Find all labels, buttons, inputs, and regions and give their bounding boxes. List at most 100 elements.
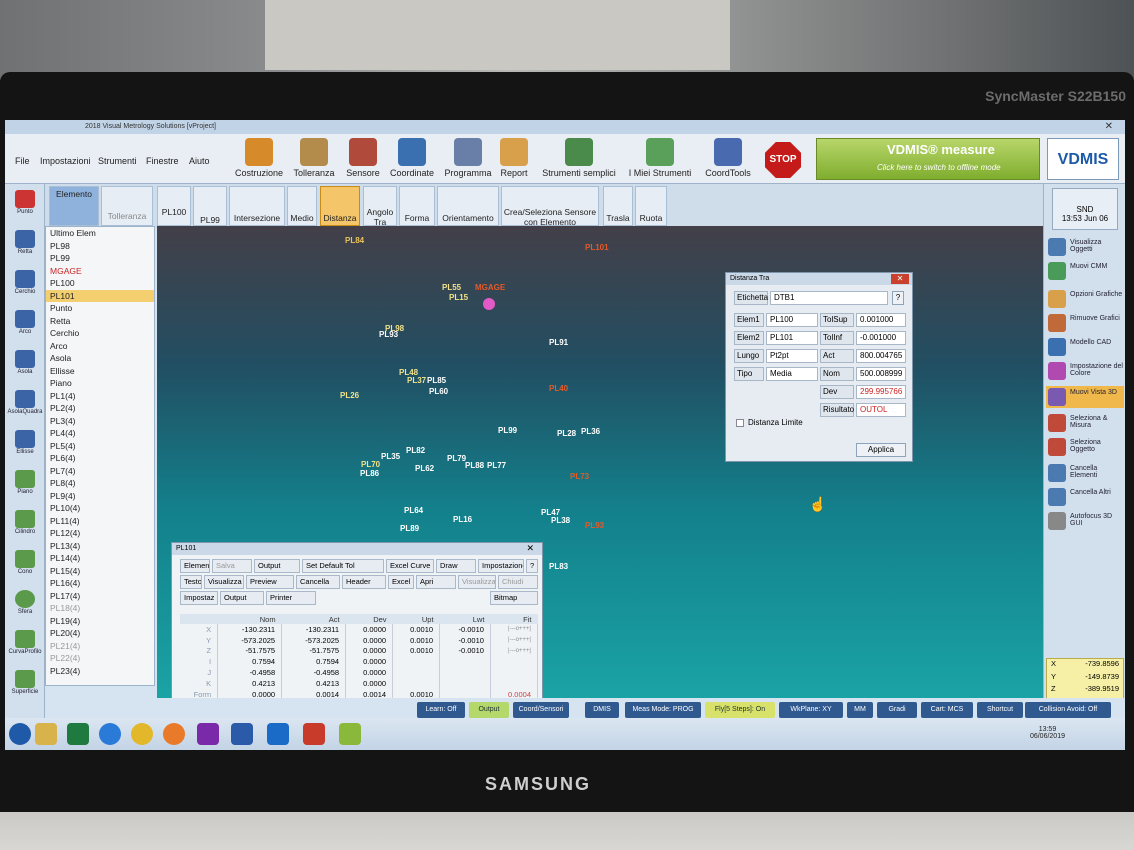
viewport-label[interactable]: PL101: [585, 243, 609, 252]
fly-mode-button[interactable]: Fly[5 Steps]: On: [705, 702, 775, 718]
tree-item[interactable]: PL100: [46, 277, 154, 290]
dialog-close-icon[interactable]: ✕: [891, 274, 909, 284]
visualizza-2-button[interactable]: Visualizza: [458, 575, 496, 589]
visualizza-oggetti-button[interactable]: Visualizza Oggetti: [1046, 236, 1124, 258]
sensore-button[interactable]: Sensore: [343, 138, 383, 182]
offline-mode-banner[interactable]: VDMIS® measure Click here to switch to o…: [816, 138, 1040, 180]
tree-item[interactable]: PL16(4): [46, 577, 154, 590]
punto-tool[interactable]: Punto: [7, 188, 43, 224]
probe-marker-icon[interactable]: [483, 298, 495, 310]
word-icon[interactable]: [231, 723, 253, 745]
viewport-label[interactable]: PL99: [498, 426, 517, 435]
cerchio-tool[interactable]: Cerchio: [7, 268, 43, 304]
impostazione-button[interactable]: Impostazione: [478, 559, 524, 573]
coordinate-button[interactable]: Coordinate: [388, 138, 436, 182]
tree-item[interactable]: PL11(4): [46, 515, 154, 528]
viewport-label[interactable]: PL15: [449, 293, 468, 302]
output-2-button[interactable]: Output: [220, 591, 264, 605]
cancella-button[interactable]: Cancella: [296, 575, 340, 589]
tolsup-field[interactable]: 0.001000: [856, 313, 906, 327]
dmis-button[interactable]: DMIS: [585, 702, 619, 718]
apri-button[interactable]: Apri: [416, 575, 456, 589]
forma-button[interactable]: Forma: [399, 186, 435, 226]
impostaz-button[interactable]: Impostaz: [180, 591, 218, 605]
viewport-label[interactable]: PL26: [340, 391, 359, 400]
tree-item[interactable]: Asola: [46, 352, 154, 365]
tolleranza-button[interactable]: Tolleranza: [290, 138, 338, 182]
tree-item[interactable]: PL19(4): [46, 615, 154, 628]
draw-button[interactable]: Draw: [436, 559, 476, 573]
media-player-icon[interactable]: [163, 723, 185, 745]
tree-item[interactable]: PL23(4): [46, 665, 154, 678]
viewport-label[interactable]: PL91: [549, 338, 568, 347]
chiudi-button[interactable]: Chiudi: [498, 575, 538, 589]
tree-item[interactable]: PL21(4): [46, 640, 154, 653]
menu-impostazioni[interactable]: Impostazioni: [40, 156, 91, 166]
viewport-label[interactable]: PL64: [404, 506, 423, 515]
report-button[interactable]: Report: [499, 138, 529, 182]
tree-item[interactable]: Arco: [46, 340, 154, 353]
viewport-label[interactable]: PL79: [447, 454, 466, 463]
tree-item[interactable]: PL17(4): [46, 590, 154, 603]
tree-item[interactable]: PL13(4): [46, 540, 154, 553]
tree-item[interactable]: PL22(4): [46, 652, 154, 665]
viewport-label[interactable]: PL70: [361, 460, 380, 469]
cono-tool[interactable]: Cono: [7, 548, 43, 584]
viewport-label[interactable]: MGAGE: [475, 283, 505, 292]
output-toggle[interactable]: Output: [469, 702, 509, 718]
table-row[interactable]: Y -573.2025 -573.2025 0.0000 0.0010 -0.0010 |-…: [180, 634, 539, 646]
powerpoint-icon[interactable]: [303, 723, 325, 745]
arco-tool[interactable]: Arco: [7, 308, 43, 344]
tree-item[interactable]: PL1(4): [46, 390, 154, 403]
angolo-tra-button[interactable]: Angolo Tra: [363, 186, 397, 227]
pl99-chip[interactable]: PL99: [193, 186, 227, 226]
tree-item[interactable]: Piano: [46, 377, 154, 390]
viewport-label[interactable]: PL36: [581, 427, 600, 436]
tree-item[interactable]: PL6(4): [46, 452, 154, 465]
retta-tool[interactable]: Retta: [7, 228, 43, 264]
trasla-button[interactable]: Trasla: [603, 186, 633, 226]
report-close-icon[interactable]: ✕: [526, 543, 534, 554]
modello-cad-button[interactable]: Modello CAD: [1046, 336, 1124, 358]
close-icon[interactable]: ✕: [1105, 121, 1113, 132]
strumenti-semplici-button[interactable]: Strumenti semplici: [537, 138, 621, 182]
tree-item[interactable]: MGAGE: [46, 265, 154, 278]
elem2-field[interactable]: PL101: [766, 331, 818, 345]
table-row[interactable]: X -130.2311 -130.2311 0.0000 0.0010 -0.0010 |-…: [180, 624, 539, 635]
crea-seleziona-sensore-button[interactable]: Crea/Seleziona Sensore con Elemento: [501, 186, 599, 227]
etichetta-field[interactable]: DTB1: [770, 291, 888, 305]
programma-button[interactable]: Programma: [442, 138, 494, 182]
outlook-icon[interactable]: [267, 723, 289, 745]
piano-tool[interactable]: Piano: [7, 468, 43, 504]
viewport-label[interactable]: PL38: [551, 516, 570, 525]
autofocus-3d-button[interactable]: Autofocus 3D GUI: [1046, 510, 1124, 532]
sfera-tool[interactable]: Sfera: [7, 588, 43, 624]
excel-icon[interactable]: [67, 723, 89, 745]
learn-toggle[interactable]: Learn: Off: [417, 702, 465, 718]
viewport-label[interactable]: PL83: [549, 562, 568, 571]
nom-field[interactable]: 500.008999: [856, 367, 906, 381]
menu-file[interactable]: File: [15, 156, 30, 166]
taskbar-clock[interactable]: 13:59 06/06/2019: [1030, 726, 1065, 740]
cancella-elementi-button[interactable]: Cancella Elementi: [1046, 462, 1124, 484]
tree-item[interactable]: PL20(4): [46, 627, 154, 640]
units-button[interactable]: MM: [847, 702, 873, 718]
elemento-button[interactable]: Elemen: [180, 559, 210, 573]
asolaquadra-tool[interactable]: AsolaQuadra: [7, 388, 43, 424]
tree-item[interactable]: PL5(4): [46, 440, 154, 453]
viewport-label[interactable]: PL89: [400, 524, 419, 533]
coord-sensori-button[interactable]: Coord/Sensori: [513, 702, 569, 718]
machine-clock[interactable]: SND 13:53 Jun 06: [1052, 188, 1118, 230]
viewport-label[interactable]: PL77: [487, 461, 506, 470]
vdmis-taskbar-icon[interactable]: [339, 723, 361, 745]
menu-strumenti[interactable]: Strumenti: [98, 156, 137, 166]
viewport-label[interactable]: PL88: [465, 461, 484, 470]
viewport-label[interactable]: PL62: [415, 464, 434, 473]
angle-units-button[interactable]: Gradi: [877, 702, 917, 718]
superficie-tool[interactable]: Superficie: [7, 668, 43, 704]
tree-item[interactable]: PL15(4): [46, 565, 154, 578]
viewport-label[interactable]: PL40: [549, 384, 568, 393]
preview-button[interactable]: Preview: [246, 575, 294, 589]
cilindro-tool[interactable]: Cilindro: [7, 508, 43, 544]
tree-item[interactable]: PL4(4): [46, 427, 154, 440]
